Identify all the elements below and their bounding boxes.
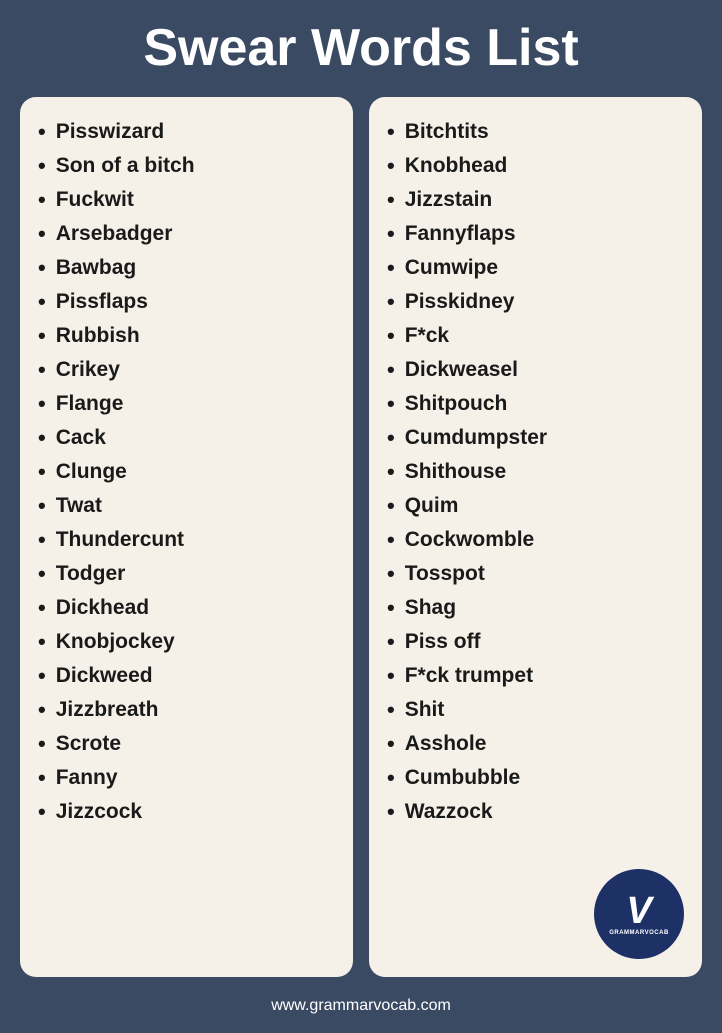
list-item: Cockwomble xyxy=(387,523,684,557)
list-item: Asshole xyxy=(387,727,684,761)
list-item: Pisskidney xyxy=(387,285,684,319)
list-item: F*ck trumpet xyxy=(387,659,684,693)
right-column: BitchtitsKnobheadJizzstainFannyflapsCumw… xyxy=(369,97,702,977)
list-item: Knobjockey xyxy=(38,625,335,659)
list-item: Bitchtits xyxy=(387,115,684,149)
list-item: Scrote xyxy=(38,727,335,761)
list-item: Dickweed xyxy=(38,659,335,693)
list-item: Shitpouch xyxy=(387,387,684,421)
list-item: Cack xyxy=(38,421,335,455)
list-item: Quim xyxy=(387,489,684,523)
list-item: Twat xyxy=(38,489,335,523)
list-item: Cumwipe xyxy=(387,251,684,285)
list-item: Piss off xyxy=(387,625,684,659)
logo-circle: V GRAMMARVOCAB xyxy=(594,869,684,959)
list-item: Knobhead xyxy=(387,149,684,183)
logo-text: GRAMMARVOCAB xyxy=(609,930,669,936)
list-item: Tosspot xyxy=(387,557,684,591)
list-item: Pisswizard xyxy=(38,115,335,149)
list-item: Flange xyxy=(38,387,335,421)
list-item: Son of a bitch xyxy=(38,149,335,183)
list-item: Cumbubble xyxy=(387,761,684,795)
footer-url: www.grammarvocab.com xyxy=(271,989,451,1023)
logo-v-letter: V xyxy=(626,892,651,930)
list-item: Thundercunt xyxy=(38,523,335,557)
columns-container: PisswizardSon of a bitchFuckwitArsebadge… xyxy=(20,97,702,977)
list-item: Dickweasel xyxy=(387,353,684,387)
list-item: Crikey xyxy=(38,353,335,387)
list-item: Clunge xyxy=(38,455,335,489)
list-item: Fanny xyxy=(38,761,335,795)
list-item: Pissflaps xyxy=(38,285,335,319)
list-item: Cumdumpster xyxy=(387,421,684,455)
list-item: Shag xyxy=(387,591,684,625)
list-item: Dickhead xyxy=(38,591,335,625)
list-item: F*ck xyxy=(387,319,684,353)
list-item: Wazzock xyxy=(387,795,684,829)
list-item: Jizzstain xyxy=(387,183,684,217)
list-item: Shit xyxy=(387,693,684,727)
list-item: Rubbish xyxy=(38,319,335,353)
list-item: Todger xyxy=(38,557,335,591)
right-word-list: BitchtitsKnobheadJizzstainFannyflapsCumw… xyxy=(387,115,684,829)
list-item: Bawbag xyxy=(38,251,335,285)
list-item: Jizzcock xyxy=(38,795,335,829)
page-title: Swear Words List xyxy=(143,20,578,77)
list-item: Fuckwit xyxy=(38,183,335,217)
list-item: Shithouse xyxy=(387,455,684,489)
list-item: Fannyflaps xyxy=(387,217,684,251)
left-word-list: PisswizardSon of a bitchFuckwitArsebadge… xyxy=(38,115,335,829)
list-item: Arsebadger xyxy=(38,217,335,251)
list-item: Jizzbreath xyxy=(38,693,335,727)
left-column: PisswizardSon of a bitchFuckwitArsebadge… xyxy=(20,97,353,977)
logo-container: V GRAMMARVOCAB xyxy=(594,869,684,959)
